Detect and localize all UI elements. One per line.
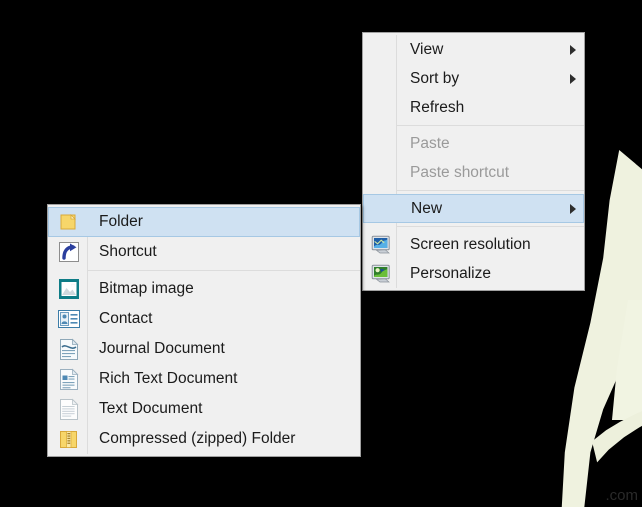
menu-item-label: Paste: [410, 134, 450, 152]
rich-text-icon: [52, 366, 86, 392]
menu-item-label: Sort by: [410, 69, 460, 87]
no-icon: [367, 133, 397, 155]
menu-item-label: Text Document: [99, 400, 203, 418]
menu-separator: [397, 125, 584, 126]
submenu-item-text-document[interactable]: Text Document: [48, 394, 360, 424]
menu-item-paste-shortcut: Paste shortcut: [363, 158, 584, 187]
menu-item-label: Bitmap image: [99, 280, 194, 298]
no-icon: [367, 68, 397, 90]
menu-item-label: Journal Document: [99, 340, 225, 358]
monitor-green-icon: [367, 263, 397, 285]
submenu-arrow-icon: [570, 203, 576, 214]
contact-icon: [52, 306, 86, 332]
desktop-screen: .com View Sort by Refresh Paste Paste shortc…: [0, 0, 642, 507]
no-icon: [368, 198, 398, 220]
menu-separator: [397, 190, 584, 191]
submenu-item-folder[interactable]: Folder: [48, 207, 360, 237]
menu-item-label: Screen resolution: [410, 235, 531, 253]
menu-item-label: Shortcut: [99, 243, 157, 261]
menu-item-screen-resolution[interactable]: Screen resolution: [363, 230, 584, 259]
submenu-item-compressed-zipped-folder[interactable]: Compressed (zipped) Folder: [48, 424, 360, 454]
menu-item-view[interactable]: View: [363, 35, 584, 64]
submenu-item-journal-document[interactable]: Journal Document: [48, 334, 360, 364]
desktop-context-menu[interactable]: View Sort by Refresh Paste Paste shortcut New…: [362, 32, 585, 291]
submenu-item-shortcut[interactable]: Shortcut: [48, 237, 360, 267]
menu-item-paste: Paste: [363, 129, 584, 158]
no-icon: [367, 39, 397, 61]
watermark-text: .com: [605, 487, 638, 504]
menu-separator: [88, 270, 360, 271]
zipped-folder-icon: [52, 426, 86, 452]
menu-item-label: Compressed (zipped) Folder: [99, 430, 296, 448]
submenu-item-rich-text-document[interactable]: Rich Text Document: [48, 364, 360, 394]
menu-item-sort-by[interactable]: Sort by: [363, 64, 584, 93]
menu-item-personalize[interactable]: Personalize: [363, 259, 584, 288]
menu-item-label: View: [410, 40, 444, 58]
menu-item-refresh[interactable]: Refresh: [363, 93, 584, 122]
menu-separator: [397, 226, 584, 227]
new-submenu[interactable]: Folder Shortcut Bitmap image Contact Jou…: [47, 204, 361, 457]
no-icon: [367, 97, 397, 119]
menu-item-label: Rich Text Document: [99, 370, 238, 388]
menu-item-new[interactable]: New: [363, 194, 584, 223]
no-icon: [367, 162, 397, 184]
shortcut-icon: [52, 239, 86, 265]
submenu-item-bitmap-image[interactable]: Bitmap image: [48, 274, 360, 304]
bitmap-image-icon: [52, 276, 86, 302]
menu-item-label: Paste shortcut: [410, 163, 510, 181]
submenu-arrow-icon: [570, 73, 576, 84]
text-document-icon: [52, 396, 86, 422]
submenu-arrow-icon: [570, 44, 576, 55]
submenu-item-contact[interactable]: Contact: [48, 304, 360, 334]
menu-item-label: Contact: [99, 310, 153, 328]
menu-item-label: New: [411, 199, 443, 217]
menu-item-label: Refresh: [410, 98, 465, 116]
journal-icon: [52, 336, 86, 362]
menu-item-label: Folder: [99, 213, 143, 231]
monitor-blue-icon: [367, 234, 397, 256]
folder-icon: [52, 209, 86, 235]
menu-item-label: Personalize: [410, 264, 491, 282]
